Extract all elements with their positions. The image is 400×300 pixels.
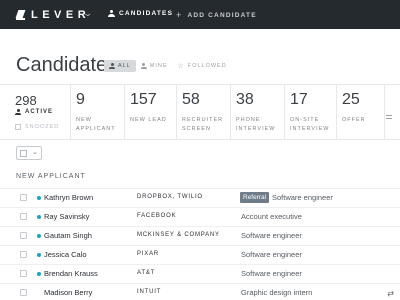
candidate-company: FACEBOOK <box>137 213 177 219</box>
person-icon <box>108 10 115 17</box>
more-stages-icon <box>386 115 392 123</box>
stage-label: ON-SITE INTERVIEW <box>290 117 330 132</box>
lever-logo-icon <box>16 10 25 20</box>
stage-divider <box>336 85 337 140</box>
candidate-row[interactable]: Gautam Singh MCKINSEY & COMPANY Software e… <box>0 226 400 245</box>
brand-name: LEVER <box>31 8 91 21</box>
candidate-row[interactable]: Brendan Krauss AT&T Software engineer <box>0 264 400 283</box>
candidate-name[interactable]: Jessica Calo <box>44 250 87 259</box>
candidate-name[interactable]: Brendan Krauss <box>44 269 98 278</box>
filter-group: ALL MINE ☆ FOLLOWED <box>104 60 232 72</box>
stage-count: 25 <box>342 91 360 108</box>
filter-followed[interactable]: ☆ FOLLOWED <box>173 60 232 72</box>
stage-more[interactable] <box>384 85 400 140</box>
stage-offer[interactable]: 25 OFFER <box>336 85 384 140</box>
candidate-company: AT&T <box>137 270 156 276</box>
person-icon <box>140 63 147 69</box>
candidate-role: Graphic design intern <box>241 288 313 297</box>
row-checkbox[interactable] <box>20 232 27 239</box>
candidate-role: Software engineer <box>241 269 302 278</box>
candidate-role: Software engineer <box>241 231 302 240</box>
stage-new-applicant[interactable]: 9 NEW APPLICANT <box>70 85 124 140</box>
chevron-down-icon: ⌄ <box>32 149 38 156</box>
row-checkbox[interactable] <box>20 251 27 258</box>
candidate-role: Software engineer <box>241 250 302 259</box>
unread-dot-icon <box>37 215 41 219</box>
stage-count: 38 <box>236 91 254 108</box>
stage-onsite-interview[interactable]: 17 ON-SITE INTERVIEW <box>284 85 336 140</box>
stage-count: 17 <box>290 91 308 108</box>
referral-tag: Referral <box>240 192 270 203</box>
person-icon <box>15 109 21 115</box>
row-checkbox[interactable] <box>20 213 27 220</box>
snoozed-label: SNOOZED <box>25 124 60 130</box>
candidate-name[interactable]: Kathryn Brown <box>44 193 93 202</box>
candidate-name[interactable]: Gautam Singh <box>44 231 92 240</box>
star-icon: ☆ <box>177 63 185 70</box>
page-title: Candidates <box>16 54 118 76</box>
plus-icon: + <box>176 10 183 20</box>
row-checkbox[interactable] <box>20 270 27 277</box>
stage-divider <box>124 85 125 140</box>
stage-count: 9 <box>76 91 85 108</box>
select-all-checkbox[interactable] <box>20 150 27 157</box>
candidate-role: Account executive <box>241 212 302 221</box>
stage-divider <box>230 85 231 140</box>
candidate-row[interactable]: Kathryn Brown DROPBOX, TWILIO Referral Soft… <box>0 188 400 207</box>
stage-recruiter-screen[interactable]: 58 RECRUITER SCREEN <box>176 85 230 140</box>
active-label: ACTIVE <box>25 109 54 115</box>
candidate-name[interactable]: Madison Berry <box>44 288 92 297</box>
candidate-company: DROPBOX, TWILIO <box>137 194 203 200</box>
unread-dot-icon <box>37 272 41 276</box>
nav-candidates-label: CANDIDATES <box>119 10 174 17</box>
top-nav: LEVER ⌄ CANDIDATES + ADD CANDIDATE <box>0 0 400 29</box>
stage-label: PHONE INTERVIEW <box>236 117 276 132</box>
select-all-dropdown[interactable]: ⌄ <box>16 146 42 160</box>
nav-add-candidate[interactable]: + ADD CANDIDATE <box>176 10 257 20</box>
filter-mine[interactable]: MINE <box>136 60 173 72</box>
stage-divider <box>70 85 71 140</box>
stage-divider <box>284 85 285 140</box>
row-checkbox[interactable] <box>20 289 27 296</box>
active-filter[interactable]: ACTIVE <box>15 109 53 115</box>
candidate-role: Software engineer <box>272 193 333 202</box>
candidate-row[interactable]: Ray Savinsky FACEBOOK Account executive <box>0 207 400 226</box>
snoozed-filter[interactable]: SNOOZED <box>15 124 59 130</box>
stage-count: 157 <box>130 91 157 108</box>
filter-all[interactable]: ALL <box>104 60 136 72</box>
stage-new-lead[interactable]: 157 NEW LEAD <box>124 85 176 140</box>
candidate-company: MCKINSEY & COMPANY <box>137 232 220 238</box>
candidate-company: INTUIT <box>137 289 162 295</box>
chevron-down-icon[interactable]: ⌄ <box>82 8 93 19</box>
people-icon <box>109 63 115 69</box>
swap-icon[interactable]: ⇄ <box>387 289 394 298</box>
filter-label: MINE <box>149 63 168 69</box>
stage-label: NEW APPLICANT <box>76 117 116 132</box>
active-count: 298 <box>15 93 37 108</box>
row-checkbox[interactable] <box>20 194 27 201</box>
stat-active[interactable]: 298 ACTIVE SNOOZED <box>0 85 70 140</box>
unread-dot-icon <box>37 196 41 200</box>
filter-label: FOLLOWED <box>187 63 227 69</box>
unread-dot-icon <box>37 234 41 238</box>
candidate-row[interactable]: Madison Berry INTUIT Graphic design intern… <box>0 283 400 300</box>
candidate-row[interactable]: Jessica Calo PIXAR Software engineer <box>0 245 400 264</box>
filter-label: ALL <box>118 63 131 69</box>
stage-divider <box>384 85 385 140</box>
candidate-company: PIXAR <box>137 251 160 257</box>
lever-logo[interactable]: LEVER <box>16 8 90 21</box>
stage-label: OFFER <box>342 117 366 123</box>
stage-label: NEW LEAD <box>130 117 167 123</box>
stage-count: 58 <box>182 91 200 108</box>
stage-phone-interview[interactable]: 38 PHONE INTERVIEW <box>230 85 284 140</box>
snooze-icon <box>15 124 21 130</box>
section-title: NEW APPLICANT <box>16 173 86 180</box>
unread-dot-icon <box>37 253 41 257</box>
pipeline-stats: 298 ACTIVE SNOOZED 9 NEW APPLICANT 157 N… <box>0 84 400 140</box>
nav-add-candidate-label: ADD CANDIDATE <box>187 11 257 19</box>
stage-label: RECRUITER SCREEN <box>182 117 224 132</box>
candidate-name[interactable]: Ray Savinsky <box>44 212 89 221</box>
stage-divider <box>176 85 177 140</box>
nav-candidates[interactable]: CANDIDATES <box>108 10 173 17</box>
